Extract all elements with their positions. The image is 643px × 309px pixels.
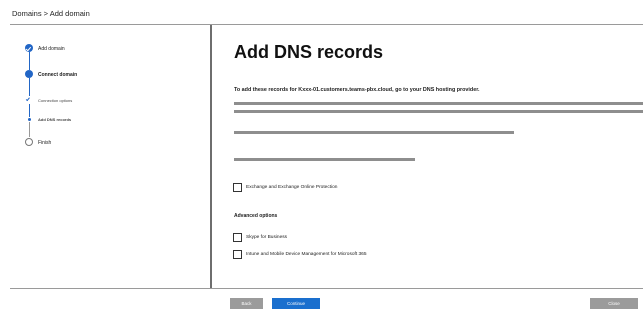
footer-divider xyxy=(10,288,643,289)
wizard-steps xyxy=(0,25,210,287)
step-connect-domain[interactable]: Connect domain xyxy=(38,72,77,78)
exchange-checkbox[interactable] xyxy=(233,183,242,192)
completed-step-icon xyxy=(25,44,33,52)
pending-step-icon xyxy=(25,138,33,146)
continue-button[interactable]: Continue xyxy=(272,298,320,309)
substep-connection-options[interactable]: Connection options xyxy=(38,98,72,103)
close-button[interactable]: Close xyxy=(590,298,638,309)
step-connector xyxy=(28,122,30,137)
breadcrumb: Domains > Add domain xyxy=(12,9,90,18)
current-step-icon xyxy=(25,70,33,78)
back-button[interactable]: Back xyxy=(230,298,263,309)
exchange-label: Exchange and Exchange Online Protection xyxy=(246,185,338,190)
dns-record-placeholder xyxy=(234,158,415,161)
intune-checkbox[interactable] xyxy=(233,250,242,259)
page-description: To add these records for Kxxx-01.custome… xyxy=(234,87,480,93)
page-title: Add DNS records xyxy=(234,42,384,62)
advanced-options-heading: Advanced options xyxy=(234,213,278,219)
step-finish[interactable]: Finish xyxy=(38,140,51,146)
step-connector xyxy=(28,78,30,96)
intune-label: Intune and Mobile Device Management for … xyxy=(246,252,367,257)
exchange-option[interactable]: Exchange and Exchange Online Protection xyxy=(233,183,337,192)
substep-add-dns-records[interactable]: Add DNS records xyxy=(38,117,71,122)
step-connector xyxy=(28,104,30,117)
skype-label: Skype for Business xyxy=(246,235,288,240)
intune-option[interactable]: Intune and Mobile Device Management for … xyxy=(233,250,367,259)
current-substep-icon xyxy=(27,118,31,121)
step-connector xyxy=(28,52,30,70)
skype-checkbox[interactable] xyxy=(233,233,242,242)
dns-record-placeholder xyxy=(234,110,643,113)
panel-divider xyxy=(210,25,212,288)
dns-record-placeholder xyxy=(234,102,643,105)
step-add-domain[interactable]: Add domain xyxy=(38,46,65,52)
dns-record-placeholder xyxy=(234,131,514,134)
skype-option[interactable]: Skype for Business xyxy=(233,233,287,242)
